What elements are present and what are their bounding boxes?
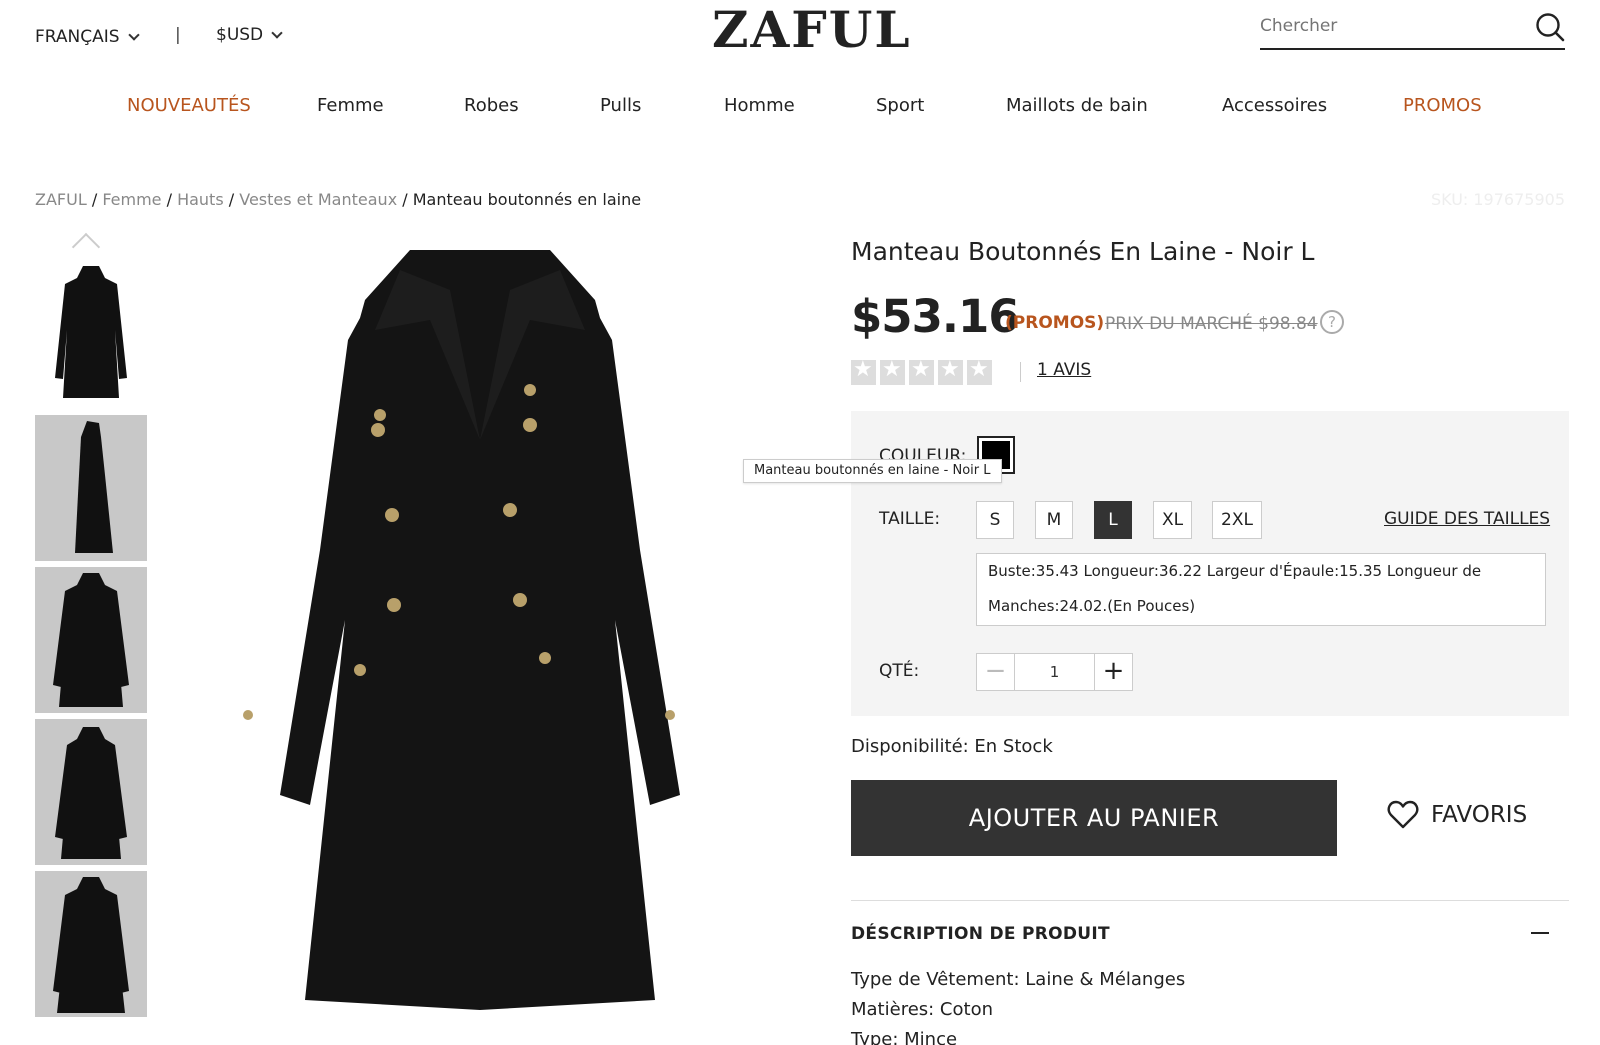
nav-item-promos[interactable]: PROMOS bbox=[1403, 95, 1482, 116]
section-divider bbox=[851, 900, 1569, 901]
measurements-line: Manches:24.02.(En Pouces) bbox=[988, 597, 1196, 615]
rating-stars bbox=[851, 357, 992, 385]
thumbnail-front-2[interactable] bbox=[35, 567, 147, 713]
size-measurements: Buste:35.43 Longueur:36.22 Largeur d'Épa… bbox=[976, 553, 1546, 626]
size-option-m[interactable]: M bbox=[1035, 501, 1073, 539]
quantity-stepper: − 1 + bbox=[976, 653, 1133, 691]
breadcrumb-link[interactable]: ZAFUL bbox=[35, 190, 87, 209]
language-label: FRANÇAIS bbox=[35, 27, 120, 47]
top-bar: FRANÇAIS | $USD ZAFUL bbox=[0, 0, 1600, 80]
size-option-2xl[interactable]: 2XL bbox=[1212, 501, 1262, 539]
size-option-s[interactable]: S bbox=[976, 501, 1014, 539]
description-line: Matières: Coton bbox=[851, 999, 993, 1020]
breadcrumb-separator: / bbox=[91, 190, 98, 209]
thumbnail-back-2[interactable] bbox=[35, 871, 147, 1017]
breadcrumb-separator: / bbox=[228, 190, 235, 209]
product-options: COULEUR: Manteau boutonnés en laine - No… bbox=[743, 411, 1569, 716]
currency-label: $USD bbox=[216, 25, 264, 45]
quantity-decrease-button[interactable]: − bbox=[977, 654, 1015, 690]
breadcrumb-current: Manteau boutonnés en laine bbox=[412, 190, 642, 209]
color-tooltip: Manteau boutonnés en laine - Noir L bbox=[743, 459, 1002, 483]
star-icon bbox=[938, 357, 963, 385]
nav-item-homme[interactable]: Homme bbox=[724, 95, 795, 116]
add-to-cart-button[interactable]: AJOUTER AU PANIER bbox=[851, 780, 1337, 856]
thumbnail-side[interactable] bbox=[35, 415, 147, 561]
nav-item-accessoires[interactable]: Accessoires bbox=[1222, 95, 1327, 116]
favorites-label: FAVORIS bbox=[1431, 802, 1528, 828]
thumbnail-back[interactable] bbox=[35, 719, 147, 865]
language-selector[interactable]: FRANÇAIS bbox=[35, 27, 140, 47]
product-price: $53.16 bbox=[851, 290, 1020, 343]
chevron-down-icon[interactable] bbox=[71, 1040, 101, 1045]
nav-item-pulls[interactable]: Pulls bbox=[600, 95, 641, 116]
quantity-label: QTÉ: bbox=[879, 661, 920, 681]
chevron-down-icon bbox=[127, 29, 140, 41]
promo-label: (PROMOS) bbox=[1005, 313, 1105, 333]
search-input[interactable] bbox=[1260, 16, 1510, 36]
star-icon bbox=[909, 357, 934, 385]
rating-divider bbox=[1020, 362, 1021, 382]
heart-icon bbox=[1387, 800, 1419, 829]
size-option-xl[interactable]: XL bbox=[1153, 501, 1193, 539]
main-nav: NOUVEAUTÉS Femme Robes Pulls Homme Sport… bbox=[0, 95, 1600, 125]
star-icon bbox=[880, 357, 905, 385]
main-product-image[interactable] bbox=[200, 240, 760, 1045]
currency-selector[interactable]: $USD bbox=[216, 25, 283, 45]
chevron-up-icon[interactable] bbox=[71, 232, 101, 262]
description-line: Type de Vêtement: Laine & Mélanges bbox=[851, 969, 1186, 990]
nav-item-maillots[interactable]: Maillots de bain bbox=[1006, 95, 1148, 116]
chevron-down-icon bbox=[271, 27, 283, 39]
breadcrumb-link[interactable]: Vestes et Manteaux bbox=[239, 190, 397, 209]
measurements-line: Buste:35.43 Longueur:36.22 Largeur d'Épa… bbox=[988, 562, 1482, 580]
size-guide-link[interactable]: GUIDE DES TAILLES bbox=[1384, 509, 1550, 529]
breadcrumb: ZAFUL / Femme / Hauts / Vestes et Mantea… bbox=[35, 190, 641, 209]
star-icon bbox=[851, 357, 876, 385]
size-label: TAILLE: bbox=[879, 509, 941, 529]
description-line: Type: Mince bbox=[851, 1029, 958, 1045]
quantity-input[interactable]: 1 bbox=[1015, 654, 1094, 690]
search-icon[interactable] bbox=[1535, 12, 1565, 42]
product-title: Manteau Boutonnés En Laine - Noir L bbox=[851, 237, 1315, 266]
quantity-increase-button[interactable]: + bbox=[1094, 654, 1132, 690]
market-price: PRIX DU MARCHÉ $98.84 bbox=[1105, 314, 1318, 334]
breadcrumb-link[interactable]: Femme bbox=[102, 190, 161, 209]
help-icon[interactable]: ? bbox=[1320, 310, 1344, 334]
reviews-link[interactable]: 1 AVIS bbox=[1037, 360, 1091, 380]
search-box bbox=[1260, 8, 1565, 50]
breadcrumb-link[interactable]: Hauts bbox=[177, 190, 224, 209]
availability-status: Disponibilité: En Stock bbox=[851, 736, 1053, 757]
site-logo[interactable]: ZAFUL bbox=[712, 0, 912, 59]
breadcrumb-separator: / bbox=[166, 190, 172, 209]
favorites-button[interactable]: FAVORIS bbox=[1387, 800, 1527, 830]
description-title[interactable]: DÉSCRIPTION DE PRODUIT bbox=[851, 924, 1110, 944]
thumbnail-front[interactable] bbox=[35, 258, 147, 404]
nav-item-nouveautes[interactable]: NOUVEAUTÉS bbox=[127, 95, 251, 116]
header-separator: | bbox=[175, 25, 181, 45]
breadcrumb-separator: / bbox=[402, 190, 408, 209]
collapse-icon[interactable] bbox=[1531, 932, 1549, 934]
nav-item-robes[interactable]: Robes bbox=[464, 95, 519, 116]
nav-item-sport[interactable]: Sport bbox=[876, 95, 924, 116]
star-icon bbox=[967, 357, 992, 385]
nav-item-femme[interactable]: Femme bbox=[317, 95, 384, 116]
product-sku: SKU: 197675905 bbox=[1430, 190, 1565, 209]
size-option-l[interactable]: L bbox=[1094, 501, 1132, 539]
